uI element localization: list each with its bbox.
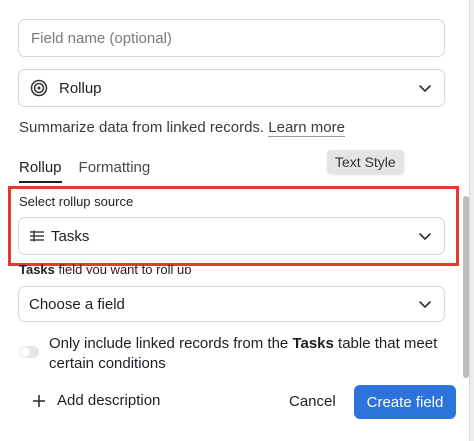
rollup-icon [29,78,49,98]
highlight-box [8,186,459,266]
condition-label: Only include linked records from the Tas… [49,334,449,374]
field-type-select[interactable]: Rollup [18,69,445,107]
chevron-down-icon [419,85,431,92]
create-field-button[interactable]: Create field [354,385,456,419]
field-name-placeholder: Field name (optional) [31,29,172,47]
tab-formatting[interactable]: Formatting [79,159,151,183]
description-text: Summarize data from linked records. [19,119,265,136]
linked-table-name: Tasks [19,262,55,274]
tab-rollup[interactable]: Rollup [19,159,62,183]
scrollbar[interactable] [463,196,469,378]
condition-text-start: Only include linked records from the [49,335,293,352]
config-tabs: Rollup Formatting [19,159,150,183]
rollup-field-label-text: field you want to roll up [54,262,192,274]
cancel-button[interactable]: Cancel [289,393,336,410]
rollup-field-label: Tasks field you want to roll up [19,262,191,274]
condition-toggle[interactable] [19,346,39,358]
add-description-button[interactable]: Add description [32,392,160,409]
chevron-down-icon [419,301,431,308]
rollup-field-value: Choose a field [29,295,125,313]
rollup-field-select[interactable]: Choose a field [18,286,445,322]
text-style-tooltip: Text Style [327,150,404,174]
learn-more-link[interactable]: Learn more [268,119,345,137]
field-description: Summarize data from linked records. Lear… [19,119,345,137]
field-config-panel: Field name (optional) Rollup Summarize d… [0,0,470,441]
add-description-label: Add description [57,392,161,409]
condition-table-name: Tasks [292,335,334,352]
plus-icon [33,394,45,407]
field-name-input[interactable]: Field name (optional) [18,19,445,57]
field-type-value: Rollup [59,79,102,97]
